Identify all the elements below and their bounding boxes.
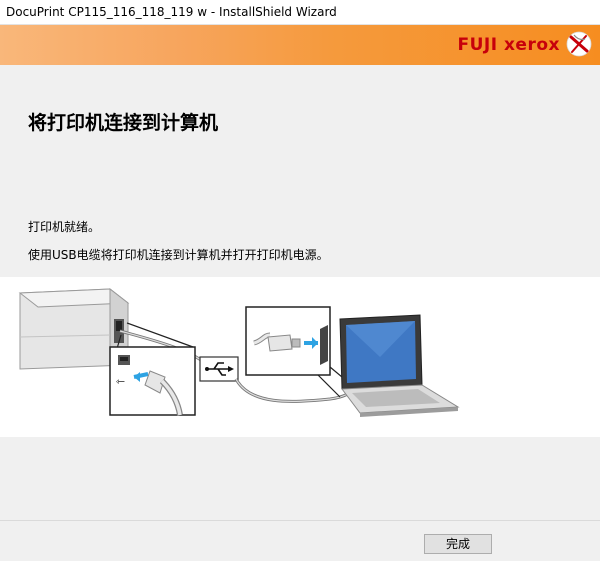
connection-diagram: ⇽ (18, 287, 460, 417)
status-text: 打印机就绪。 (28, 220, 101, 234)
svg-text:⇽: ⇽ (116, 375, 125, 388)
title-bar: DocuPrint CP115_116_118_119 w - InstallS… (0, 0, 600, 25)
laptop-icon (339, 314, 460, 417)
page-heading: 将打印机连接到计算机 (28, 112, 219, 134)
xerox-sphere-icon (566, 31, 592, 57)
window-title: DocuPrint CP115_116_118_119 w - InstallS… (6, 5, 337, 19)
finish-button[interactable]: 完成 (424, 534, 492, 554)
header-banner: FUJI xerox (0, 25, 600, 65)
finish-button-label: 完成 (445, 537, 470, 551)
instruction-text: 使用USB电缆将打印机连接到计算机并打开打印机电源。 (28, 248, 329, 262)
connection-illustration: ⇽ (0, 277, 600, 437)
footer-divider (0, 520, 600, 521)
brand-logo-text: FUJI xerox (457, 35, 560, 55)
